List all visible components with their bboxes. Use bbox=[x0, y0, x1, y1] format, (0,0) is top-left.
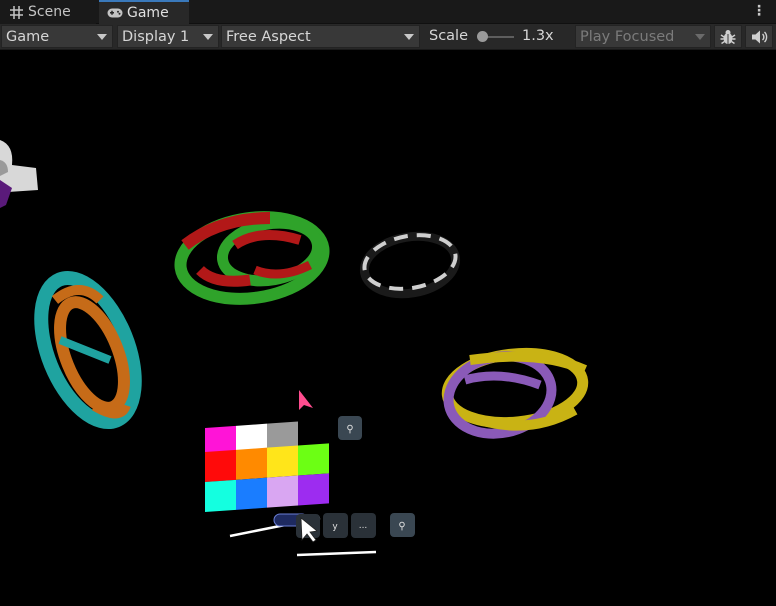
display-mode-value: Game bbox=[6, 28, 50, 45]
mute-audio-button[interactable] bbox=[745, 25, 773, 48]
pin-button-lower[interactable]: ⚲ bbox=[390, 513, 415, 537]
scale-label: Scale bbox=[429, 28, 469, 44]
display-value: Display 1 bbox=[122, 28, 190, 45]
speaker-icon bbox=[752, 30, 768, 43]
palette-swatch[interactable] bbox=[267, 445, 298, 478]
hand-menu-underline bbox=[296, 550, 377, 557]
aspect-dropdown[interactable]: Free Aspect bbox=[221, 25, 420, 48]
game-viewport[interactable]: ⚲ ⚲ y ... bbox=[0, 50, 776, 606]
pink-pointer-icon bbox=[299, 390, 313, 410]
pin-icon: ⚲ bbox=[346, 424, 353, 435]
chevron-down-icon bbox=[203, 34, 213, 40]
palette-swatch[interactable] bbox=[298, 473, 329, 506]
bug-icon bbox=[720, 29, 736, 44]
scale-value: 1.3x bbox=[522, 28, 554, 44]
pin-button-upper[interactable]: ⚲ bbox=[338, 416, 362, 440]
chevron-down-icon bbox=[695, 34, 705, 40]
ring-gray-white bbox=[359, 231, 461, 299]
scale-slider-handle[interactable] bbox=[477, 31, 488, 42]
game-scene: ⚲ ⚲ y ... bbox=[0, 140, 589, 557]
color-palette[interactable] bbox=[205, 419, 329, 512]
palette-swatch[interactable] bbox=[236, 447, 267, 480]
tab-scene[interactable]: Scene bbox=[0, 0, 96, 24]
game-toolbar: Game Display 1 Free Aspect Scale 1.3x Pl… bbox=[0, 24, 776, 50]
chevron-down-icon bbox=[404, 34, 414, 40]
ring-teal-orange bbox=[34, 270, 142, 430]
display-mode-dropdown[interactable]: Game bbox=[1, 25, 113, 48]
tab-scene-label: Scene bbox=[28, 4, 71, 20]
grid-icon bbox=[8, 4, 24, 20]
aspect-value: Free Aspect bbox=[226, 28, 311, 45]
palette-swatch[interactable] bbox=[205, 449, 236, 482]
palette-swatch[interactable] bbox=[298, 443, 329, 476]
tab-game[interactable]: Game bbox=[99, 0, 189, 24]
ring-purple-yellow bbox=[441, 347, 589, 439]
play-mode-dropdown[interactable]: Play Focused bbox=[575, 25, 711, 48]
tab-game-label: Game bbox=[127, 5, 169, 21]
ring-green-red bbox=[174, 211, 330, 305]
chevron-down-icon bbox=[97, 34, 107, 40]
play-mode-value: Play Focused bbox=[580, 28, 675, 45]
partial-object-left bbox=[0, 140, 38, 208]
palette-swatch[interactable] bbox=[205, 479, 236, 512]
palette-swatch[interactable] bbox=[267, 475, 298, 508]
more-options-icon[interactable]: ⋮ bbox=[752, 3, 766, 19]
gamepad-icon bbox=[107, 5, 123, 21]
hand-menu-button-more-label: ... bbox=[359, 521, 368, 531]
hand-menu-button-y-label: y bbox=[332, 522, 338, 532]
palette-swatch[interactable] bbox=[236, 477, 267, 510]
debug-button[interactable] bbox=[714, 25, 742, 48]
scale-control: Scale 1.3x bbox=[422, 25, 574, 48]
pin-icon: ⚲ bbox=[398, 521, 405, 532]
tab-bar: Scene Game ⋮ bbox=[0, 0, 776, 24]
display-dropdown[interactable]: Display 1 bbox=[117, 25, 219, 48]
